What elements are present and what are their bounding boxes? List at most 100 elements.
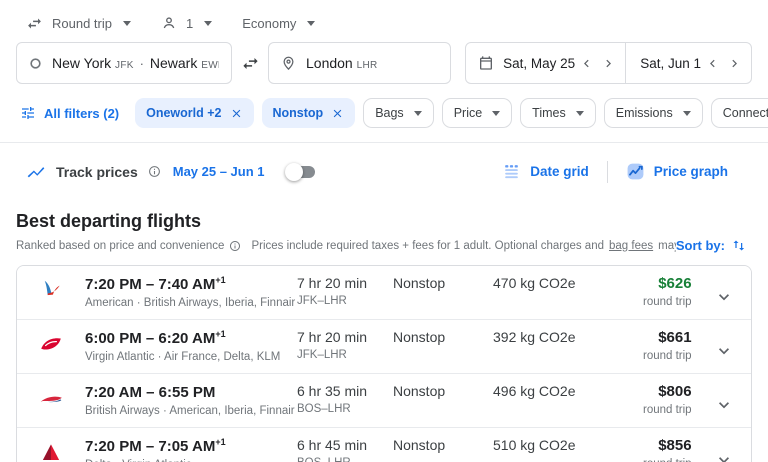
cabin-class-dropdown[interactable]: Economy — [242, 16, 315, 31]
trip-type-dropdown[interactable]: Round trip — [26, 15, 131, 32]
filter-chip-bags[interactable]: Bags — [363, 98, 434, 128]
duration-cell: 6 hr 35 min BOS–LHR — [297, 383, 393, 415]
price-graph-icon — [626, 162, 645, 181]
destination-input[interactable]: London LHR — [268, 42, 451, 84]
return-date-field[interactable]: Sat, Jun 1 — [626, 43, 751, 83]
route-text: BOS–LHR — [297, 457, 393, 462]
return-date-prev-button[interactable] — [701, 52, 723, 74]
trip-type-label: Round trip — [52, 16, 112, 31]
emissions-cell: 510 kg CO2e — [493, 437, 643, 453]
price-graph-button[interactable]: Price graph — [612, 156, 742, 187]
price-cell: $626 round trip — [643, 275, 696, 308]
passengers-dropdown[interactable]: 1 — [161, 15, 212, 31]
location-pin-icon — [281, 56, 296, 71]
stops-cell: Nonstop — [393, 437, 493, 453]
departure-date-field[interactable]: Sat, May 25 — [466, 43, 625, 83]
flight-row-virgin-atlantic[interactable]: 6:00 PM – 6:20 AM+1 Virgin Atlantic · Ai… — [17, 320, 751, 374]
filter-chip-connecting-airports[interactable]: Connecting airports — [711, 98, 768, 128]
duration-cell: 7 hr 20 min JFK–LHR — [297, 329, 393, 361]
chevron-down-icon — [714, 287, 734, 307]
expand-flight-button[interactable] — [696, 329, 752, 373]
departure-date-next-button[interactable] — [597, 52, 619, 74]
price-value: $661 — [643, 329, 692, 346]
filter-chip-times[interactable]: Times — [520, 98, 596, 128]
sort-by-button[interactable]: Sort by: — [676, 238, 746, 253]
results-subheader: Ranked based on price and convenience Pr… — [16, 238, 746, 253]
info-icon[interactable] — [229, 240, 241, 252]
return-date-next-button[interactable] — [723, 52, 745, 74]
sort-arrows-icon — [731, 238, 746, 253]
filter-chip-nonstop[interactable]: Nonstop — [262, 98, 356, 128]
results-subtext: Ranked based on price and convenience Pr… — [16, 240, 676, 252]
track-prices-date-range[interactable]: May 25 – Jun 1 — [173, 164, 265, 179]
chevron-down-icon — [683, 111, 691, 116]
plus-days-badge: +1 — [215, 329, 225, 339]
filter-chip-emissions[interactable]: Emissions — [604, 98, 703, 128]
close-icon[interactable] — [331, 107, 344, 120]
flight-row-delta[interactable]: 7:20 PM – 7:05 AM+1 Delta · Virgin Atlan… — [17, 428, 751, 462]
chevron-down-icon — [492, 111, 500, 116]
chevron-down-icon — [714, 341, 734, 361]
price-value: $806 — [643, 383, 692, 400]
emissions-cell: 470 kg CO2e — [493, 275, 643, 291]
price-cell: $856 round trip — [643, 437, 696, 462]
calendar-icon — [478, 55, 494, 71]
flight-row-british-airways[interactable]: 7:20 AM – 6:55 PM British Airways · Amer… — [17, 374, 751, 428]
trending-line-icon — [26, 162, 46, 182]
track-prices-group: Track prices May 25 – Jun 1 — [26, 162, 315, 182]
track-prices-toggle[interactable] — [285, 165, 315, 179]
flight-times-cell: 7:20 PM – 7:05 AM+1 Delta · Virgin Atlan… — [85, 437, 297, 462]
origin-input[interactable]: New York JFK · Newark EWR · Bo... — [16, 42, 232, 84]
duration-cell: 6 hr 45 min BOS–LHR — [297, 437, 393, 462]
flight-row-american[interactable]: 7:20 PM – 7:40 AM+1 American · British A… — [17, 266, 751, 320]
may-apply-text: may apply. — [658, 240, 676, 252]
price-value: $626 — [643, 275, 692, 292]
virgin-atlantic-logo — [17, 329, 85, 358]
return-date-value: Sat, Jun 1 — [640, 56, 701, 71]
departure-date-prev-button[interactable] — [575, 52, 597, 74]
passenger-count: 1 — [186, 16, 193, 31]
dates-input: Sat, May 25 Sat, Jun 1 — [465, 42, 752, 84]
info-icon[interactable] — [148, 165, 161, 178]
track-prices-bar: Track prices May 25 – Jun 1 Date grid Pr… — [0, 143, 768, 197]
route-text: BOS–LHR — [297, 403, 393, 415]
chevron-down-icon — [414, 111, 422, 116]
all-filters-button[interactable]: All filters (2) — [16, 105, 127, 121]
route-text: JFK–LHR — [297, 349, 393, 361]
bag-fees-link[interactable]: bag fees — [609, 240, 653, 252]
price-cell: $661 round trip — [643, 329, 696, 362]
british-airways-logo — [17, 383, 85, 412]
origin-circle-icon — [29, 57, 42, 70]
price-qualifier: round trip — [643, 350, 692, 362]
expand-flight-button[interactable] — [696, 275, 752, 319]
price-cell: $806 round trip — [643, 383, 696, 416]
route-text: JFK–LHR — [297, 295, 393, 307]
swap-origin-destination-button[interactable] — [232, 42, 268, 84]
chevron-down-icon — [714, 395, 734, 415]
search-controls: New York JFK · Newark EWR · Bo... London… — [0, 34, 768, 84]
swap-horizontal-icon — [26, 15, 43, 32]
chevron-down-icon — [204, 21, 212, 26]
emissions-cell: 496 kg CO2e — [493, 383, 643, 399]
date-grid-label: Date grid — [530, 164, 589, 179]
plus-days-badge: +1 — [215, 275, 225, 285]
duration-cell: 7 hr 20 min JFK–LHR — [297, 275, 393, 307]
flight-times-cell: 7:20 PM – 7:40 AM+1 American · British A… — [85, 275, 297, 309]
ranked-text: Ranked based on price and convenience — [16, 240, 224, 252]
date-grid-icon — [502, 162, 521, 181]
filter-chip-price[interactable]: Price — [442, 98, 512, 128]
close-icon[interactable] — [230, 107, 243, 120]
airlines-text: British Airways · American, Iberia, Finn… — [85, 405, 297, 417]
expand-flight-button[interactable] — [696, 437, 752, 462]
price-qualifier: round trip — [643, 458, 692, 462]
track-prices-label: Track prices — [56, 164, 138, 180]
departure-date-value: Sat, May 25 — [503, 56, 575, 71]
filter-chip-oneworld[interactable]: Oneworld +2 — [135, 98, 253, 128]
tune-filter-icon — [20, 105, 36, 121]
price-value: $856 — [643, 437, 692, 454]
all-filters-label: All filters (2) — [44, 106, 119, 121]
flight-times-cell: 6:00 PM – 6:20 AM+1 Virgin Atlantic · Ai… — [85, 329, 297, 363]
date-grid-button[interactable]: Date grid — [488, 156, 603, 187]
best-flights-list: 7:20 PM – 7:40 AM+1 American · British A… — [16, 265, 752, 462]
expand-flight-button[interactable] — [696, 383, 752, 427]
